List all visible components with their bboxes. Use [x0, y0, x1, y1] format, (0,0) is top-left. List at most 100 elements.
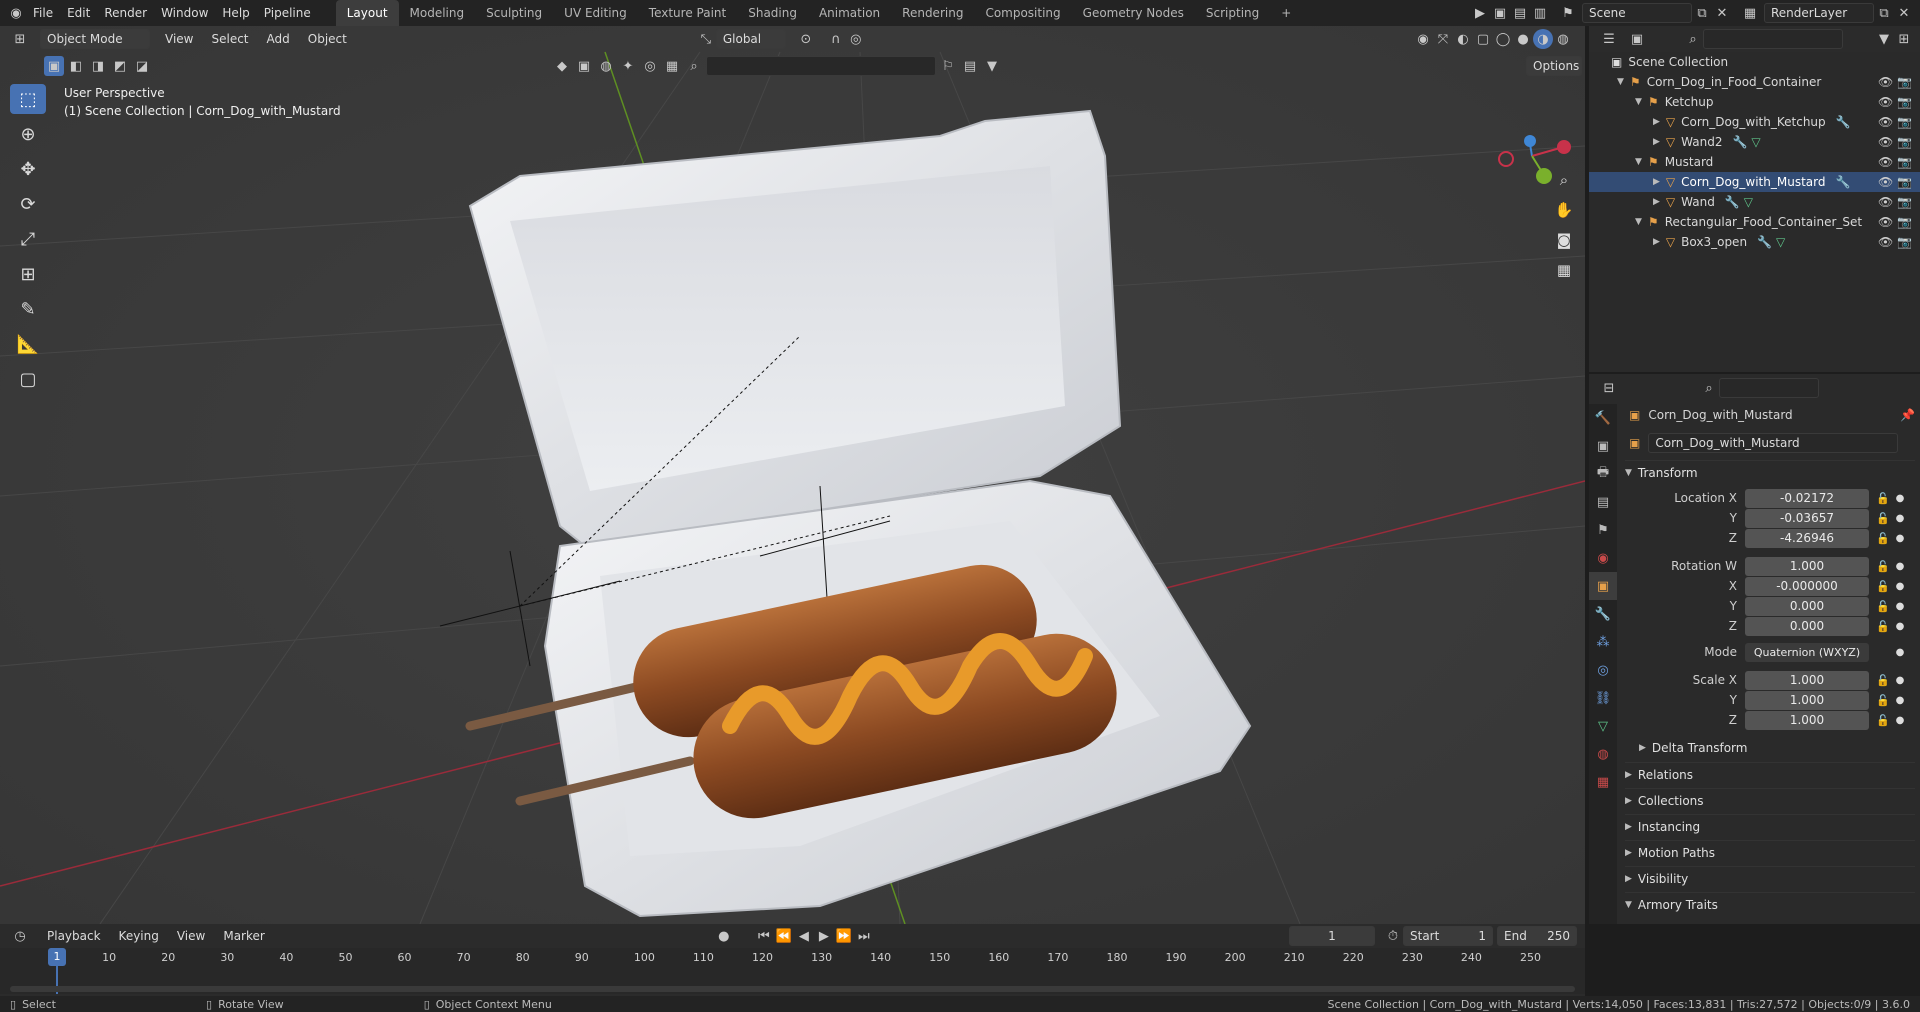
stopwatch-icon[interactable]: ⏱ — [1383, 926, 1403, 946]
visibility-toggles[interactable]: 👁 📷 — [1878, 115, 1912, 129]
transform-tool[interactable]: ⊞ — [10, 259, 46, 289]
render-layer-icon[interactable]: ▦ — [1740, 3, 1760, 23]
move-tool[interactable]: ✥ — [10, 154, 46, 184]
menu-render[interactable]: Render — [97, 0, 154, 26]
outliner-filter-icon[interactable]: ▼ — [1874, 29, 1894, 49]
visibility-panel[interactable]: ▶ Visibility — [1625, 866, 1915, 890]
scale-x-field[interactable]: 1.000 — [1745, 670, 1869, 690]
lock-icon[interactable]: 🔓 — [1873, 694, 1893, 707]
menu-object[interactable]: Object — [299, 26, 356, 52]
playhead[interactable]: 1 — [48, 948, 66, 966]
orientation-icon[interactable]: ⤡ — [696, 29, 716, 49]
select-new-icon[interactable]: ▣ — [44, 56, 64, 76]
menu-edit[interactable]: Edit — [60, 0, 97, 26]
menu-help[interactable]: Help — [215, 0, 256, 26]
lock-icon[interactable]: 🔓 — [1873, 674, 1893, 687]
menu-file[interactable]: File — [26, 0, 60, 26]
keyframe-dot-icon[interactable]: ● — [1893, 493, 1907, 504]
orientation-select[interactable]: Global — [715, 29, 786, 49]
collections-panel[interactable]: ▶ Collections — [1625, 788, 1915, 812]
outliner-item[interactable]: ▼ ⚑ Ketchup 👁 📷 — [1589, 92, 1920, 112]
expand-arrow-icon[interactable]: ▼ — [1635, 217, 1642, 227]
visibility-toggles[interactable]: 👁 📷 — [1878, 95, 1912, 109]
snap-icon[interactable]: ∩ — [826, 29, 846, 49]
menu-playback[interactable]: Playback — [38, 923, 110, 949]
tool-tab-icon[interactable]: 🔨 — [1589, 404, 1617, 432]
tab-layout[interactable]: Layout — [335, 0, 399, 26]
filter-texture-icon[interactable]: ▦ — [662, 56, 682, 76]
outliner-item[interactable]: ▶ ▽ Wand2 🔧 ▽ 👁 📷 — [1589, 132, 1920, 152]
editor-type-icon[interactable]: ⊞ — [10, 29, 30, 49]
output-tab-icon[interactable]: 🖶 — [1589, 460, 1617, 488]
outliner-editor-icon[interactable]: ☰ — [1599, 29, 1619, 49]
tab-scripting[interactable]: Scripting — [1195, 0, 1270, 26]
particles-tab-icon[interactable]: ⁂ — [1589, 628, 1617, 656]
outliner-scene-collection[interactable]: ▣ Scene Collection — [1589, 52, 1920, 72]
lock-icon[interactable]: 🔓 — [1873, 600, 1893, 613]
visibility-toggles[interactable]: 👁 📷 — [1878, 235, 1912, 249]
tab-compositing[interactable]: Compositing — [974, 0, 1071, 26]
tab-shading[interactable]: Shading — [737, 0, 808, 26]
constraints-tab-icon[interactable]: ⛓ — [1589, 684, 1617, 712]
wireframe-shading-icon[interactable]: ◯ — [1493, 29, 1513, 49]
add-workspace-button[interactable]: + — [1270, 0, 1302, 26]
measure-tool[interactable]: 📐 — [10, 329, 46, 359]
current-frame-field[interactable]: 1 — [1289, 926, 1375, 946]
expand-arrow-icon[interactable]: ▶ — [1653, 197, 1660, 207]
outliner-item[interactable]: ▼ ⚑ Rectangular_Food_Container_Set 👁 📷 — [1589, 212, 1920, 232]
render-tab-icon[interactable]: ▣ — [1589, 432, 1617, 460]
menu-pipeline[interactable]: Pipeline — [257, 0, 318, 26]
end-frame-field[interactable]: End 250 — [1497, 926, 1577, 946]
gizmo-toggle-icon[interactable]: ⤧ — [1433, 29, 1453, 49]
camera-view-icon[interactable]: ◙ — [1550, 226, 1578, 254]
rendered-shading-icon[interactable]: ◍ — [1553, 29, 1573, 49]
lock-icon[interactable]: 🔓 — [1873, 492, 1893, 505]
material-shading-icon[interactable]: ◑ — [1533, 29, 1553, 49]
keyframe-dot-icon[interactable]: ● — [1893, 621, 1907, 632]
object-name-field[interactable]: Corn_Dog_with_Mustard — [1648, 433, 1899, 453]
timeline-ruler[interactable]: 1102030405060708090100110120130140150160… — [0, 948, 1585, 994]
auto-key-icon[interactable]: ● — [714, 926, 734, 946]
lock-icon[interactable]: 🔓 — [1873, 714, 1893, 727]
datablock-type-icon[interactable]: ▣ — [1629, 436, 1640, 450]
ortho-grid-icon[interactable]: ▦ — [1550, 256, 1578, 284]
data-tab-icon[interactable]: ▽ — [1589, 712, 1617, 740]
next-keyframe-icon[interactable]: ⏩ — [834, 926, 854, 946]
transform-panel-header[interactable]: ▼ Transform — [1625, 460, 1915, 484]
rotation-mode-select[interactable]: Quaternion (WXYZ) — [1745, 642, 1869, 662]
keyframe-dot-icon[interactable]: ● — [1893, 647, 1907, 658]
rotation-x-field[interactable]: -0.000000 — [1745, 576, 1869, 596]
lock-icon[interactable]: 🔓 — [1873, 560, 1893, 573]
outliner-item[interactable]: ▶ ▽ Box3_open 🔧 ▽ 👁 📷 — [1589, 232, 1920, 252]
outliner-search-input[interactable] — [1703, 29, 1843, 49]
expand-arrow-icon[interactable]: ▼ — [1635, 97, 1642, 107]
timeline-scrollbar[interactable] — [10, 986, 1575, 992]
select-subtract-icon[interactable]: ◨ — [88, 56, 108, 76]
visibility-toggles[interactable]: 👁 📷 — [1878, 75, 1912, 89]
play-reverse-icon[interactable]: ◀ — [794, 926, 814, 946]
visibility-toggles[interactable]: 👁 📷 — [1878, 195, 1912, 209]
visibility-icon[interactable]: ◉ — [1413, 29, 1433, 49]
visibility-toggles[interactable]: 👁 📷 — [1878, 155, 1912, 169]
select-invert-icon[interactable]: ◩ — [110, 56, 130, 76]
expand-arrow-icon[interactable]: ▶ — [1653, 237, 1660, 247]
play-forward-icon[interactable]: ▶ — [814, 926, 834, 946]
delete-layer-icon[interactable]: ✕ — [1894, 3, 1914, 23]
rotation-z-field[interactable]: 0.000 — [1745, 616, 1869, 636]
lock-icon[interactable]: 🔓 — [1873, 580, 1893, 593]
annotate-tool[interactable]: ✎ — [10, 294, 46, 324]
delta-transform-panel[interactable]: ▶ Delta Transform — [1639, 736, 1915, 760]
lock-icon[interactable]: 🔓 — [1873, 512, 1893, 525]
instancing-panel[interactable]: ▶ Instancing — [1625, 814, 1915, 838]
expand-arrow-icon[interactable]: ▶ — [1653, 137, 1660, 147]
motion-paths-panel[interactable]: ▶ Motion Paths — [1625, 840, 1915, 864]
render-icon[interactable]: ▣ — [1490, 3, 1510, 23]
tab-modeling[interactable]: Modeling — [399, 0, 476, 26]
outliner-item[interactable]: ▶ ▽ Wand 🔧 ▽ 👁 📷 — [1589, 192, 1920, 212]
3d-viewport[interactable]: ⊞ Object Mode View Select Add Object ⤡ G… — [0, 26, 1585, 924]
image-icon[interactable]: ▤ — [1510, 3, 1530, 23]
start-frame-field[interactable]: Start 1 — [1403, 926, 1493, 946]
tab-uv-editing[interactable]: UV Editing — [553, 0, 638, 26]
outliner-item[interactable]: ▼ ⚑ Mustard 👁 📷 — [1589, 152, 1920, 172]
copy-scene-icon[interactable]: ⧉ — [1692, 3, 1712, 23]
